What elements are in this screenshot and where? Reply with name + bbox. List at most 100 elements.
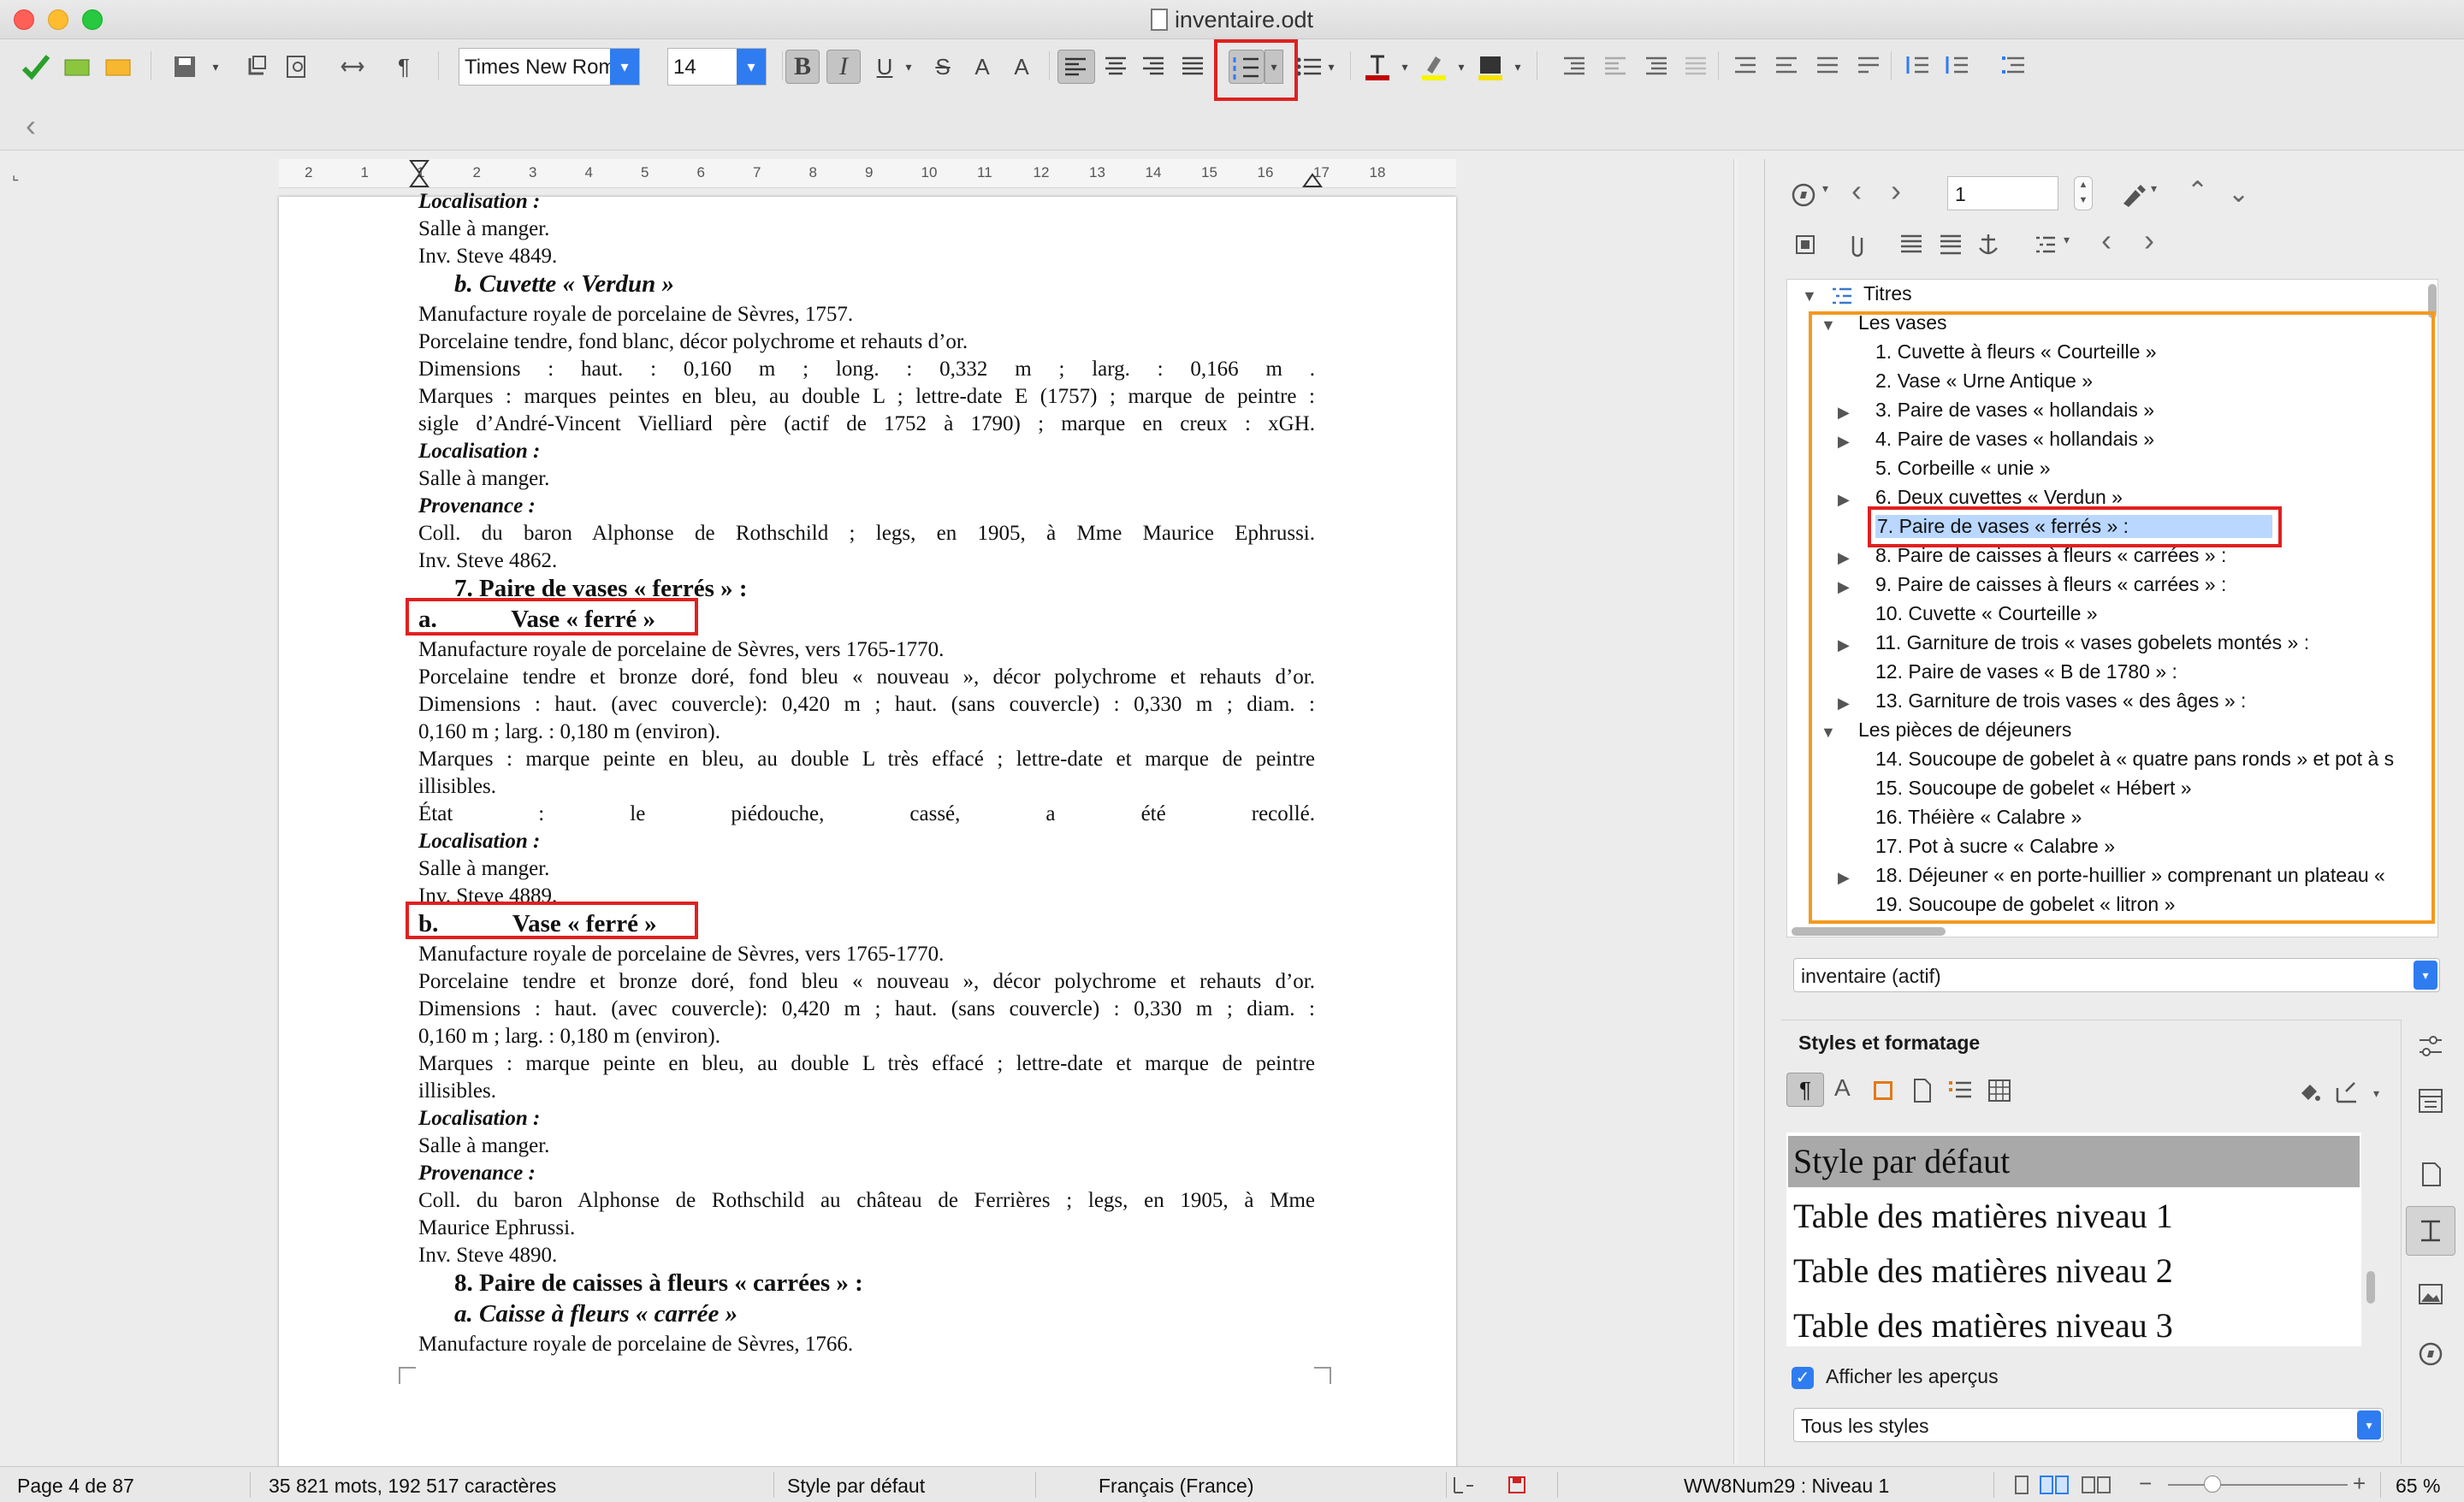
document-select[interactable]: inventaire (actif) ▾	[1793, 958, 2440, 992]
zoom-level-status[interactable]: 65 %	[2396, 1475, 2440, 1498]
show-previews-checkbox[interactable]: ✓	[1792, 1367, 1814, 1389]
document-page[interactable]: Localisation : Salle à manger. Inv. Steve …	[279, 190, 1456, 1480]
promote-chapter-icon[interactable]: ⌃	[2187, 176, 2208, 206]
footer-icon[interactable]	[1935, 229, 1966, 260]
style-actions-dropdown-icon[interactable]: ▾	[2373, 1086, 2379, 1101]
style-filter-dropdown-icon[interactable]: ▾	[2357, 1410, 2381, 1440]
bold-button[interactable]: B	[785, 50, 820, 84]
nav-previous-icon[interactable]: ‹	[1851, 173, 1862, 209]
font-size-dropdown-icon[interactable]: ▾	[737, 49, 766, 85]
align-right-icon[interactable]	[1136, 50, 1170, 84]
styles-scrollbar-thumb[interactable]	[2366, 1271, 2375, 1304]
document-line[interactable]: Localisation :	[418, 438, 540, 465]
document-line[interactable]: Manufacture royale de porcelaine de Sèvr…	[418, 301, 853, 328]
table-styles-icon[interactable]	[1987, 1078, 2012, 1103]
document-line[interactable]: Inv. Steve 4849.	[418, 243, 557, 270]
document-line[interactable]: Provenance :	[418, 493, 536, 520]
document-line[interactable]: Localisation :	[418, 1105, 540, 1132]
document-line[interactable]: Inv. Steve 4890.	[418, 1242, 557, 1269]
sort-descending-icon[interactable]	[1940, 50, 1975, 84]
style-filter-select[interactable]: Tous les styles ▾	[1793, 1408, 2384, 1442]
document-line[interactable]: Salle à manger.	[418, 216, 549, 243]
list-styles-icon[interactable]	[1947, 1078, 1973, 1103]
font-name-dropdown-icon[interactable]: ▾	[610, 49, 639, 85]
document-line[interactable]: sigle d’André-Vincent Vielliard père (ac…	[418, 411, 1315, 438]
document-line[interactable]: Dimensions : haut. (avec couvercle): 0,4…	[418, 691, 1315, 718]
save-icon[interactable]	[168, 50, 202, 84]
document-line[interactable]: Marques : marques peintes en bleu, au do…	[418, 383, 1315, 411]
superscript-button[interactable]: A	[965, 50, 999, 84]
document-line[interactable]: b. Cuvette « Verdun »	[454, 270, 674, 298]
demote-level-icon[interactable]: ‹	[2101, 222, 2112, 258]
heading-levels-icon[interactable]	[2029, 229, 2060, 260]
document-line[interactable]: Inv. Steve 4862.	[418, 547, 557, 575]
document-line[interactable]: 0,160 m ; larg. : 0,180 m (environ).	[418, 718, 720, 746]
style-list-item[interactable]: Table des matières niveau 1	[1793, 1196, 2173, 1236]
document-line[interactable]: Provenance :	[418, 1160, 536, 1187]
page-style-status[interactable]: Style par défaut	[787, 1475, 925, 1498]
left-indent-marker-icon[interactable]	[409, 159, 429, 188]
document-line[interactable]: Localisation :	[418, 828, 540, 855]
document-line[interactable]: Manufacture royale de porcelaine de Sèvr…	[418, 636, 944, 664]
zoom-in-icon[interactable]: +	[2353, 1470, 2366, 1497]
hanging-indent-icon[interactable]	[1639, 50, 1673, 84]
navigation-dropdown-icon[interactable]: ▾	[1822, 181, 1828, 196]
document-line[interactable]: Salle à manger.	[418, 465, 549, 493]
content-navigation-view-icon[interactable]	[1790, 229, 1821, 260]
page-styles-icon[interactable]	[1910, 1078, 1935, 1103]
outline-icon[interactable]	[1997, 50, 2031, 84]
document-line[interactable]: Coll. du baron Alphonse de Rothschild au…	[418, 1187, 1315, 1215]
fill-format-mode-icon[interactable]	[2296, 1079, 2322, 1105]
orange-highlight-icon[interactable]	[101, 50, 135, 84]
sidebar-settings-icon[interactable]	[2416, 1032, 2445, 1061]
green-highlight-icon[interactable]	[60, 50, 94, 84]
subscript-button[interactable]: A	[1004, 50, 1039, 84]
document-line[interactable]: 8. Paire de caisses à fleurs « carrées »…	[454, 1269, 863, 1297]
line-spacing-icon[interactable]	[1810, 50, 1845, 84]
hyperlink-icon[interactable]	[335, 50, 370, 84]
zoom-slider[interactable]	[2168, 1484, 2348, 1486]
align-center-icon[interactable]	[1099, 50, 1133, 84]
page-number-stepper[interactable]: ▲ ▼	[2074, 176, 2093, 210]
frame-styles-icon[interactable]	[1874, 1081, 1892, 1100]
new-style-icon[interactable]	[2334, 1079, 2360, 1105]
document-line[interactable]: Localisation :	[418, 188, 540, 216]
navigator-tab-icon[interactable]	[2416, 1339, 2445, 1369]
nav-next-icon[interactable]: ›	[1891, 173, 1901, 209]
undo-icon[interactable]	[240, 50, 274, 84]
heading-levels-dropdown-icon[interactable]: ▾	[2064, 233, 2070, 247]
character-styles-icon[interactable]: A	[1834, 1074, 1851, 1102]
style-list-item[interactable]: Table des matières niveau 2	[1793, 1251, 2173, 1291]
language-status[interactable]: Français (France)	[1099, 1475, 1253, 1498]
document-line[interactable]: Maurice Ephrussi.	[418, 1215, 575, 1242]
italic-button[interactable]: I	[826, 50, 861, 84]
document-line[interactable]: illisibles.	[418, 1078, 496, 1105]
document-select-dropdown-icon[interactable]: ▾	[2414, 961, 2437, 990]
reminder-icon[interactable]	[1841, 229, 1872, 260]
style-list-item[interactable]: Table des matières niveau 3	[1793, 1305, 2173, 1345]
demote-chapter-icon[interactable]: ⌃	[2228, 176, 2249, 206]
word-count-status[interactable]: 35 821 mots, 192 517 caractères	[269, 1475, 556, 1498]
navigator-root-titres[interactable]: Titres	[1863, 282, 1912, 305]
header-icon[interactable]	[1896, 229, 1927, 260]
insert-mode-icon[interactable]	[1451, 1474, 1477, 1496]
single-page-view-icon[interactable]	[2011, 1474, 2033, 1496]
increase-spacing-icon[interactable]	[1728, 50, 1762, 84]
document-line[interactable]: Porcelaine tendre et bronze doré, fond b…	[418, 664, 1315, 691]
navigator-hscrollbar-thumb[interactable]	[1792, 927, 1946, 936]
document-line[interactable]: Porcelaine tendre, fond blanc, décor pol…	[418, 328, 968, 356]
document-line[interactable]: a. Caisse à fleurs « carrée »	[454, 1300, 737, 1328]
properties-tab-icon[interactable]	[2416, 1086, 2445, 1115]
paragraph-spacing-icon[interactable]	[1679, 50, 1713, 84]
drag-mode-dropdown-icon[interactable]: ▾	[2151, 181, 2157, 196]
paragraph-styles-icon[interactable]: ¶	[1786, 1073, 1824, 1107]
decrease-indent-icon[interactable]	[1598, 50, 1632, 84]
background-color-dropdown-icon[interactable]: ▾	[1501, 50, 1535, 84]
spellcheck-icon[interactable]	[19, 50, 53, 84]
style-list-item[interactable]: Style par défaut	[1793, 1141, 2010, 1181]
find-icon[interactable]	[281, 50, 315, 84]
justify-icon[interactable]	[1176, 50, 1210, 84]
expand-titres-icon[interactable]: ▼	[1802, 287, 1817, 305]
document-line[interactable]: Manufacture royale de porcelaine de Sèvr…	[418, 1331, 853, 1358]
drag-mode-icon[interactable]	[2118, 180, 2149, 210]
